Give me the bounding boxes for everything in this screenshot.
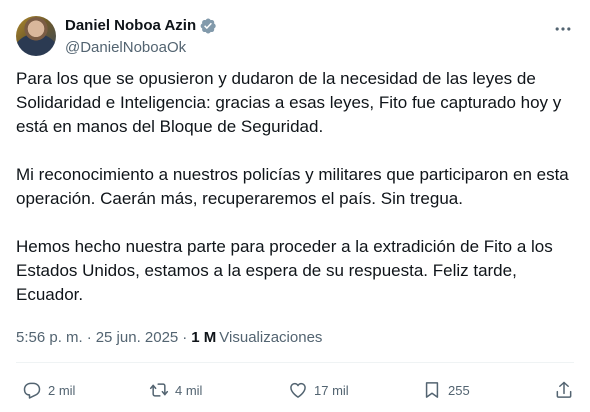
bookmark-button[interactable]: 255 xyxy=(422,376,470,404)
meta-separator: · xyxy=(86,329,92,346)
views-label: Visualizaciones xyxy=(219,329,323,346)
author-handle[interactable]: @DanielNoboaOk xyxy=(65,38,217,58)
tweet-date[interactable]: 25 jun. 2025 xyxy=(96,328,179,348)
heart-icon xyxy=(288,380,308,400)
author-display-name[interactable]: Daniel Noboa Azin xyxy=(65,16,196,36)
share-button[interactable] xyxy=(554,376,574,404)
tweet-paragraph: Mi reconocimiento a nuestros policías y … xyxy=(16,165,569,208)
tweet-text: Para los que se opusieron y dudaron de l… xyxy=(16,67,576,307)
avatar[interactable] xyxy=(16,16,56,56)
retweet-icon xyxy=(149,380,169,400)
views-count: 1 M xyxy=(191,329,217,346)
share-icon xyxy=(554,380,574,400)
author-block: Daniel Noboa Azin @DanielNoboaOk xyxy=(65,16,217,58)
retweet-count: 4 mil xyxy=(175,382,203,398)
reply-icon xyxy=(22,380,42,400)
retweet-button[interactable]: 4 mil xyxy=(149,376,202,404)
bookmark-icon xyxy=(422,380,442,400)
verified-badge-icon[interactable] xyxy=(199,17,217,35)
like-button[interactable]: 17 mil xyxy=(288,376,349,404)
meta-separator: · xyxy=(182,329,188,346)
tweet-time[interactable]: 5:56 p. m. xyxy=(16,328,83,348)
bookmark-count: 255 xyxy=(448,382,470,398)
reply-button[interactable]: 2 mil xyxy=(22,376,75,404)
name-row: Daniel Noboa Azin xyxy=(65,16,217,36)
tweet-paragraph: Para los que se opusieron y dudaron de l… xyxy=(16,69,562,136)
divider xyxy=(16,362,574,363)
action-bar: 2 mil 4 mil 17 mil 255 xyxy=(16,376,574,404)
tweet-meta: 5:56 p. m. · 25 jun. 2025 · 1 M Visualiz… xyxy=(16,328,322,348)
like-count: 17 mil xyxy=(314,382,349,398)
tweet-paragraph: Hemos hecho nuestra parte para proceder … xyxy=(16,237,553,304)
more-icon[interactable] xyxy=(552,20,574,38)
tweet-card: Daniel Noboa Azin @DanielNoboaOk Para lo… xyxy=(0,0,590,412)
tweet-header: Daniel Noboa Azin @DanielNoboaOk xyxy=(16,16,574,60)
reply-count: 2 mil xyxy=(48,382,76,398)
